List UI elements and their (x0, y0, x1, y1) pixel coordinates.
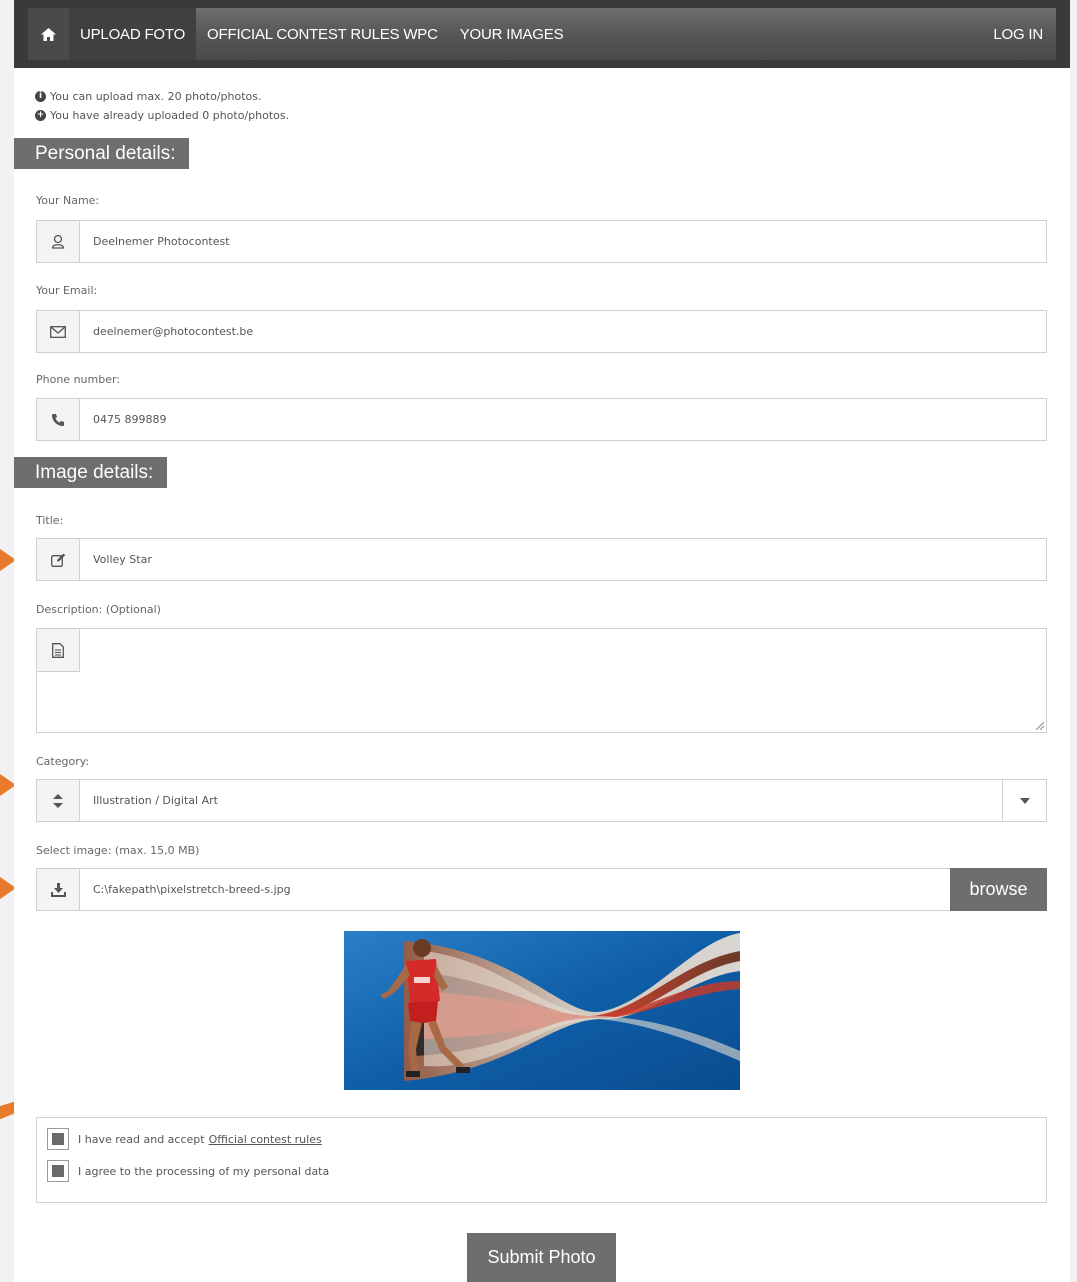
file-path-value[interactable]: C:\fakepath\pixelstretch-breed-s.jpg (80, 869, 950, 910)
description-addon (37, 629, 80, 672)
name-field (36, 220, 1047, 263)
category-select[interactable]: Illustration / Digital Art (36, 779, 1047, 822)
uploaded-image-thumbnail (344, 931, 740, 1090)
personal-details-heading: Personal details: (14, 138, 190, 169)
description-field (36, 628, 1047, 733)
file-addon (37, 869, 80, 910)
upload-limit-text: You can upload max. 20 photo/photos. (50, 90, 262, 103)
title-field (36, 538, 1047, 581)
home-icon (41, 27, 56, 41)
nav-official-contest-rules[interactable]: OFFICIAL CONTEST RULES WPC (196, 8, 449, 60)
title-input[interactable] (80, 539, 1046, 580)
official-contest-rules-link[interactable]: Official contest rules (209, 1133, 322, 1146)
upload-form-panel: i You can upload max. 20 photo/photos. +… (14, 68, 1070, 1282)
privacy-checkbox[interactable] (47, 1160, 69, 1182)
upload-limit-info: i You can upload max. 20 photo/photos. (35, 90, 262, 103)
caret-down-icon (1019, 797, 1030, 804)
browse-button[interactable]: browse (950, 868, 1047, 911)
category-selected-value: Illustration / Digital Art (93, 794, 218, 807)
title-label: Title: (36, 514, 64, 527)
submit-photo-button[interactable]: Submit Photo (467, 1233, 616, 1282)
rules-checkbox-mark (52, 1133, 64, 1145)
consent-box: I have read and accept Official contest … (36, 1117, 1047, 1203)
name-input[interactable] (80, 221, 1046, 262)
rules-checkbox[interactable] (47, 1128, 69, 1150)
envelope-icon (50, 325, 66, 338)
category-dropdown-toggle[interactable] (1002, 780, 1046, 821)
resize-grip-icon[interactable] (1034, 720, 1044, 730)
email-field (36, 310, 1047, 353)
phone-addon (37, 399, 80, 440)
name-label: Your Name: (36, 194, 100, 207)
edit-icon (50, 553, 65, 567)
nav-your-images[interactable]: YOUR IMAGES (449, 8, 575, 60)
user-icon (51, 234, 65, 249)
nav-home-button[interactable] (28, 8, 69, 60)
privacy-checkbox-mark (52, 1165, 64, 1177)
email-addon (37, 311, 80, 352)
title-addon (37, 539, 80, 580)
category-label: Category: (36, 755, 90, 768)
nav-upload-foto[interactable]: UPLOAD FOTO (69, 8, 197, 60)
rules-consent-text: I have read and accept (78, 1132, 205, 1146)
privacy-consent-row: I agree to the processing of my personal… (47, 1160, 329, 1182)
download-icon (50, 882, 66, 897)
image-details-heading: Image details: (14, 457, 168, 488)
info-icon: i (35, 91, 46, 102)
sort-icon (53, 793, 63, 808)
phone-input[interactable] (80, 399, 1046, 440)
file-text-icon (52, 642, 64, 658)
file-label: Select image: (max. 15,0 MB) (36, 844, 200, 857)
top-navbar: UPLOAD FOTO OFFICIAL CONTEST RULES WPC Y… (28, 8, 1056, 60)
uploaded-count-text: You have already uploaded 0 photo/photos… (50, 109, 290, 122)
phone-field (36, 398, 1047, 441)
right-background-strip (1070, 0, 1077, 1282)
privacy-consent-text: I agree to the processing of my personal… (78, 1164, 330, 1178)
description-textarea[interactable] (80, 629, 1046, 732)
category-addon (37, 780, 80, 821)
rules-consent-row: I have read and accept Official contest … (47, 1128, 322, 1150)
name-addon (37, 221, 80, 262)
nav-log-in[interactable]: LOG IN (982, 8, 1056, 60)
email-label: Your Email: (36, 284, 98, 297)
email-input[interactable] (80, 311, 1046, 352)
phone-label: Phone number: (36, 373, 121, 386)
file-field: C:\fakepath\pixelstretch-breed-s.jpg bro… (36, 868, 1047, 911)
uploaded-count-info: + You have already uploaded 0 photo/phot… (35, 109, 289, 122)
image-preview (344, 931, 740, 1090)
plus-circle-icon: + (35, 110, 46, 121)
description-label: Description: (Optional) (36, 603, 161, 616)
phone-icon (52, 413, 64, 426)
